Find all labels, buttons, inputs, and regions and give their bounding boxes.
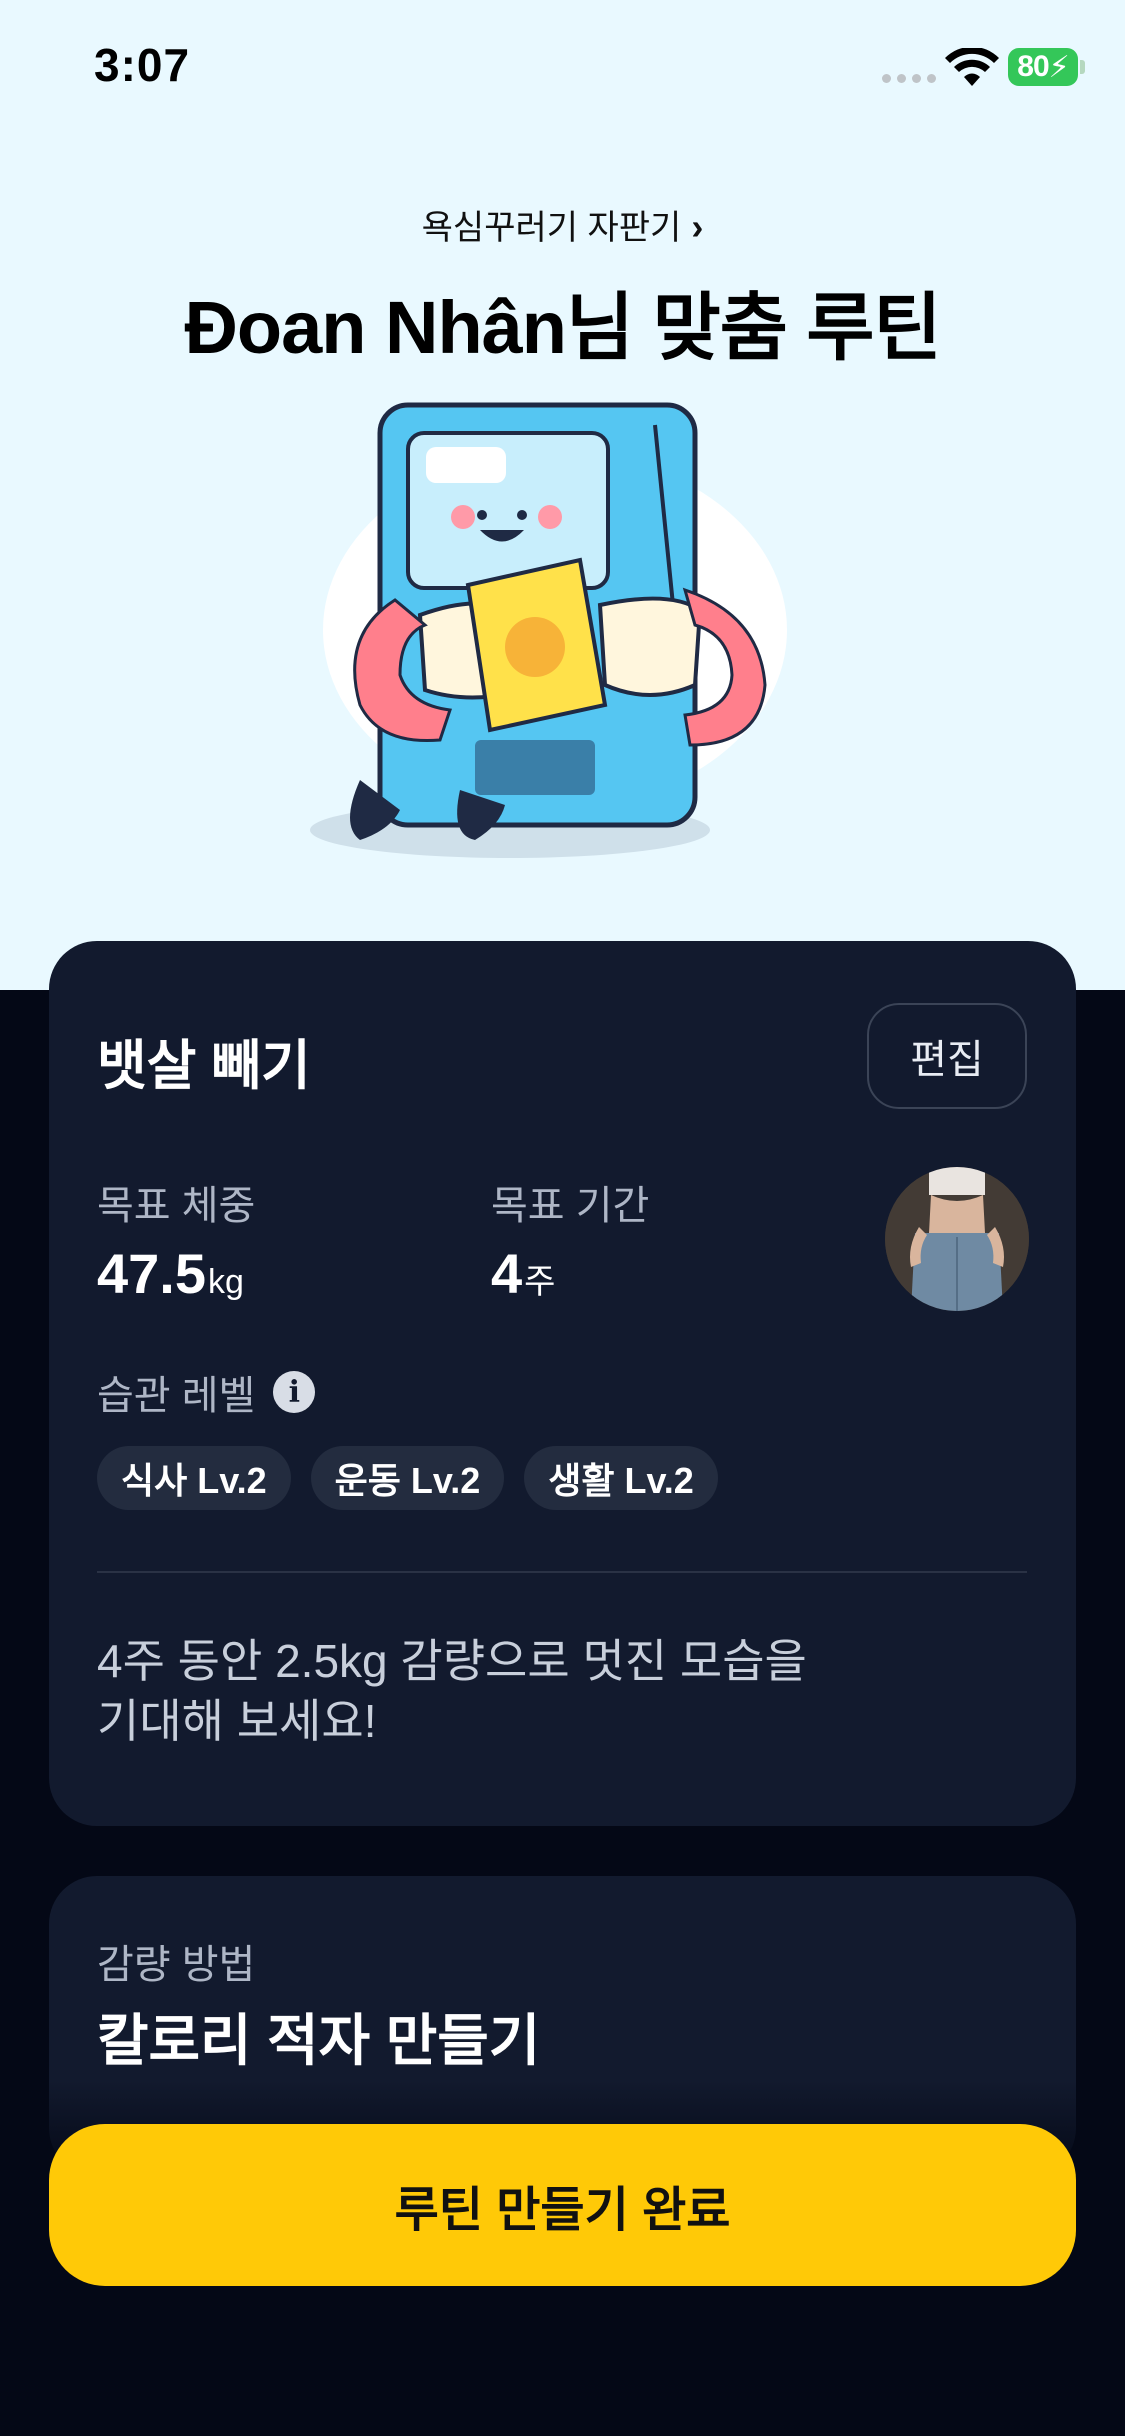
target-weight-value: 47.5kg bbox=[97, 1241, 244, 1306]
method-title: 칼로리 적자 만들기 bbox=[97, 2009, 541, 2072]
page-title: Đoan Nhân님 맞춤 루틴 bbox=[184, 286, 941, 369]
routine-title: 뱃살 빼기 bbox=[97, 1036, 311, 1096]
target-weight-number: 47.5 bbox=[97, 1242, 206, 1305]
target-period-value: 4주 bbox=[491, 1241, 555, 1306]
battery-charging-icon: 80 ⚡ bbox=[1008, 48, 1078, 86]
habit-level-chips: 식사 Lv.2 운동 Lv.2 생활 Lv.2 bbox=[97, 1446, 718, 1510]
divider bbox=[97, 1571, 1027, 1573]
status-time: 3:07 bbox=[94, 39, 191, 91]
routine-card: 뱃살 빼기 편집 목표 체중 47.5kg 목표 기간 4주 습관 레벨 i 식… bbox=[49, 941, 1076, 1826]
battery-level: 80 bbox=[1017, 50, 1049, 83]
description-line-1: 4주 동안 2.5kg 감량으로 멋진 모습을 bbox=[97, 1635, 807, 1687]
battery-cap bbox=[1080, 60, 1085, 74]
description-line-2: 기대해 보세요! bbox=[97, 1695, 377, 1747]
routine-description: 4주 동안 2.5kg 감량으로 멋진 모습을 기대해 보세요! bbox=[97, 1631, 997, 1751]
chip-meal-level: 식사 Lv.2 bbox=[97, 1446, 291, 1510]
target-weight-unit: kg bbox=[208, 1263, 244, 1301]
status-bar: 3:07 80 ⚡ bbox=[0, 0, 1125, 140]
target-period-unit: 주 bbox=[524, 1263, 556, 1301]
habit-level-text: 습관 레벨 bbox=[97, 1374, 256, 1418]
chip-lifestyle-level: 생활 Lv.2 bbox=[524, 1446, 718, 1510]
vending-machine-link[interactable]: 욕심꾸러기 자판기 › bbox=[0, 200, 1125, 249]
edit-button[interactable]: 편집 bbox=[867, 1003, 1027, 1109]
wifi-icon bbox=[945, 48, 999, 86]
chip-exercise-level: 운동 Lv.2 bbox=[310, 1446, 505, 1510]
chevron-right-icon: › bbox=[691, 206, 704, 247]
method-label: 감량 방법 bbox=[97, 1943, 256, 1987]
signal-dots-icon bbox=[882, 74, 936, 83]
target-weight-label: 목표 체중 bbox=[97, 1184, 256, 1228]
goal-body-image bbox=[885, 1167, 1029, 1311]
complete-routine-button[interactable]: 루틴 만들기 완료 bbox=[49, 2124, 1076, 2286]
target-period-number: 4 bbox=[491, 1242, 523, 1305]
vending-machine-mascot-illustration bbox=[310, 402, 787, 858]
vending-machine-link-label: 욕심꾸러기 자판기 bbox=[421, 209, 682, 247]
habit-level-label: 습관 레벨 i bbox=[97, 1363, 316, 1421]
info-icon[interactable]: i bbox=[273, 1371, 316, 1413]
target-period-label: 목표 기간 bbox=[491, 1184, 650, 1228]
